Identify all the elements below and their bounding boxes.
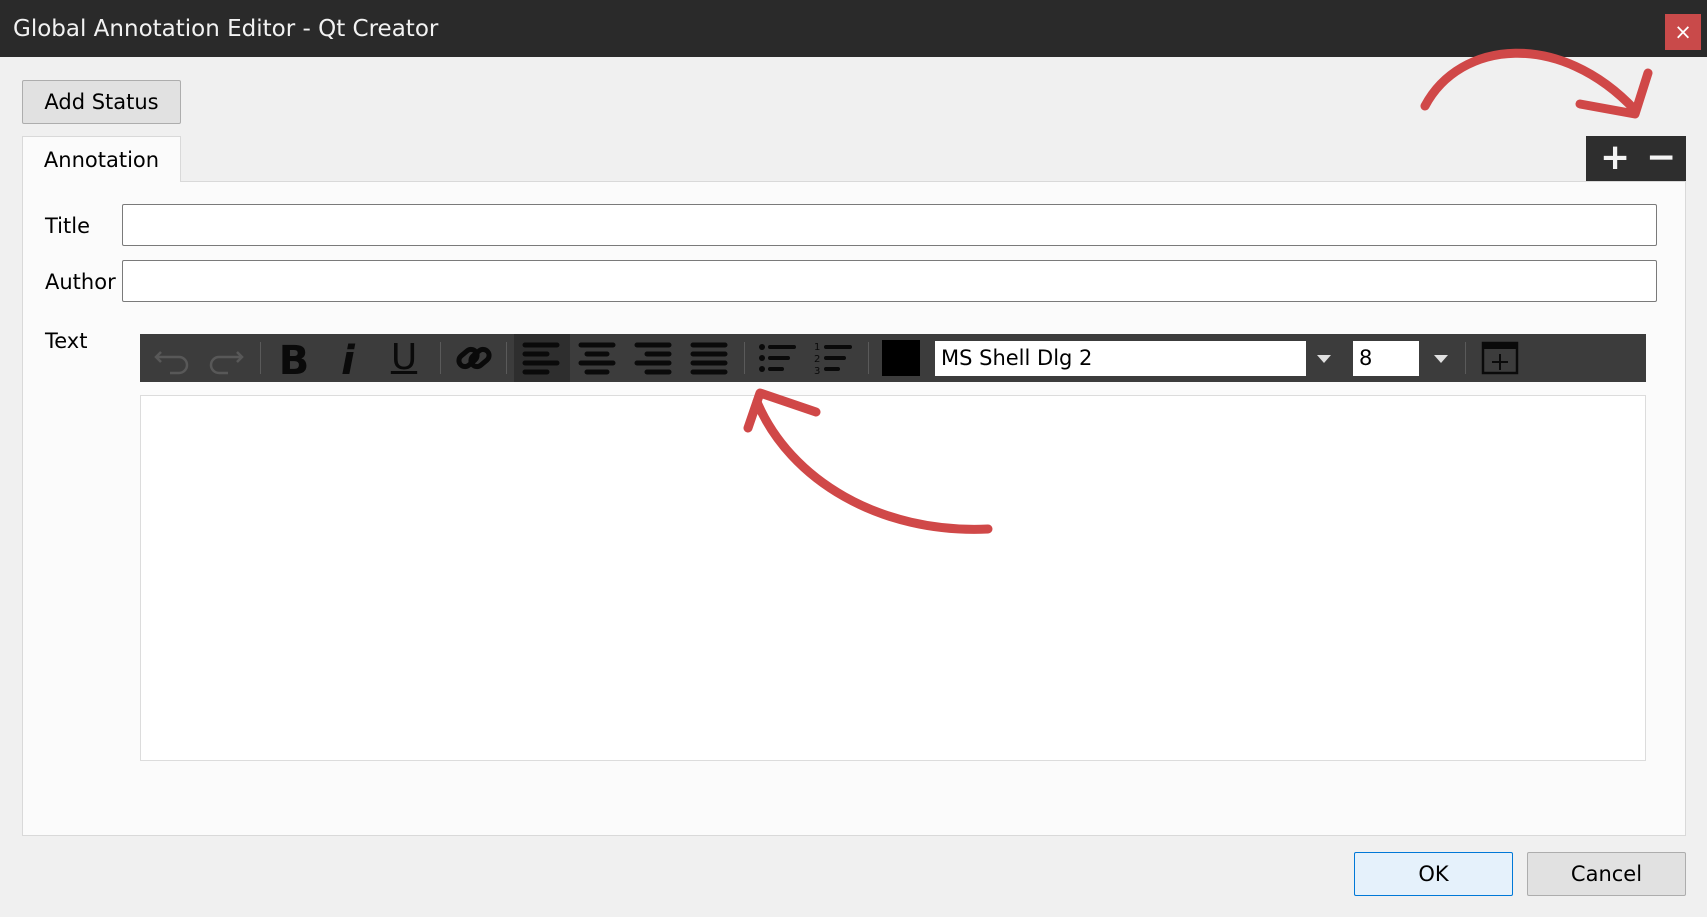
svg-text:2: 2 [814, 354, 820, 365]
author-field[interactable] [122, 260, 1657, 302]
ok-button[interactable]: OK [1354, 852, 1513, 896]
rich-text-editor[interactable] [140, 395, 1646, 761]
align-left-icon[interactable] [520, 338, 564, 378]
close-button[interactable]: × [1665, 14, 1701, 50]
align-right-icon[interactable] [632, 338, 676, 378]
text-label: Text [45, 329, 88, 353]
rich-text-toolbar: B i U 1 2 3 [140, 334, 1646, 384]
font-size-combo[interactable]: 8 [1353, 341, 1419, 376]
window-title: Global Annotation Editor - Qt Creator [13, 16, 439, 42]
top-arrow-curve [1420, 48, 1640, 115]
cancel-button[interactable]: Cancel [1527, 852, 1686, 896]
bold-icon[interactable]: B [274, 338, 314, 384]
font-size-dropdown-arrow[interactable] [1429, 338, 1453, 378]
text-color-swatch[interactable] [882, 340, 920, 376]
svg-text:1: 1 [814, 342, 820, 353]
undo-icon[interactable] [152, 338, 192, 378]
title-bar: Global Annotation Editor - Qt Creator × [0, 0, 1707, 57]
italic-icon[interactable]: i [328, 338, 368, 384]
font-family-combo[interactable]: MS Shell Dlg 2 [935, 341, 1306, 376]
add-status-button[interactable]: Add Status [22, 80, 181, 124]
add-tab-button[interactable]: + [1600, 138, 1630, 178]
tab-controls: + − [1586, 136, 1686, 181]
underline-icon[interactable]: U [384, 338, 424, 378]
link-icon[interactable] [452, 338, 496, 378]
bullet-list-icon[interactable] [756, 338, 800, 378]
top-arrow-head [1575, 68, 1653, 119]
redo-icon[interactable] [206, 338, 246, 378]
title-field[interactable] [122, 204, 1657, 246]
numbered-list-icon[interactable]: 1 2 3 [812, 338, 856, 378]
remove-tab-button[interactable]: − [1646, 138, 1676, 178]
table-icon[interactable] [1478, 338, 1522, 378]
author-label: Author [45, 270, 116, 294]
title-label: Title [45, 214, 91, 238]
svg-text:3: 3 [814, 366, 820, 377]
justify-icon[interactable] [688, 338, 732, 378]
tab-annotation[interactable]: Annotation [22, 136, 181, 182]
font-family-dropdown-arrow[interactable] [1312, 338, 1336, 378]
align-center-icon[interactable] [576, 338, 620, 378]
